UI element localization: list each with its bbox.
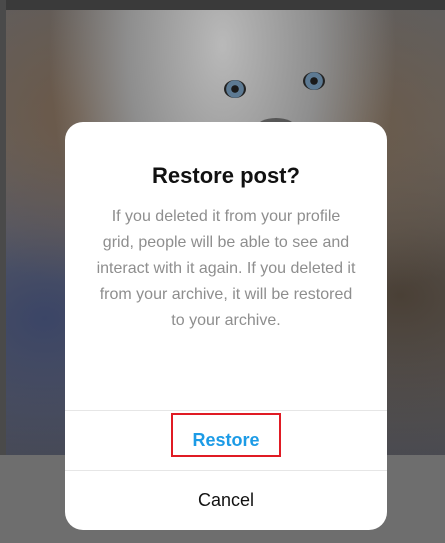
restore-button[interactable]: Restore bbox=[65, 411, 387, 469]
photo-left-edge bbox=[0, 0, 6, 455]
dog-left-eye bbox=[224, 80, 246, 98]
dialog-body: Restore post? If you deleted it from you… bbox=[65, 122, 387, 334]
cancel-button[interactable]: Cancel bbox=[65, 471, 387, 529]
dialog-title: Restore post? bbox=[152, 163, 300, 188]
dialog-message: If you deleted it from your profile grid… bbox=[96, 208, 356, 329]
dog-right-eye bbox=[303, 72, 325, 90]
restore-post-dialog: Restore post? If you deleted it from you… bbox=[65, 122, 387, 530]
screen: Restore post? If you deleted it from you… bbox=[0, 0, 445, 543]
photo-top-edge bbox=[0, 0, 445, 10]
